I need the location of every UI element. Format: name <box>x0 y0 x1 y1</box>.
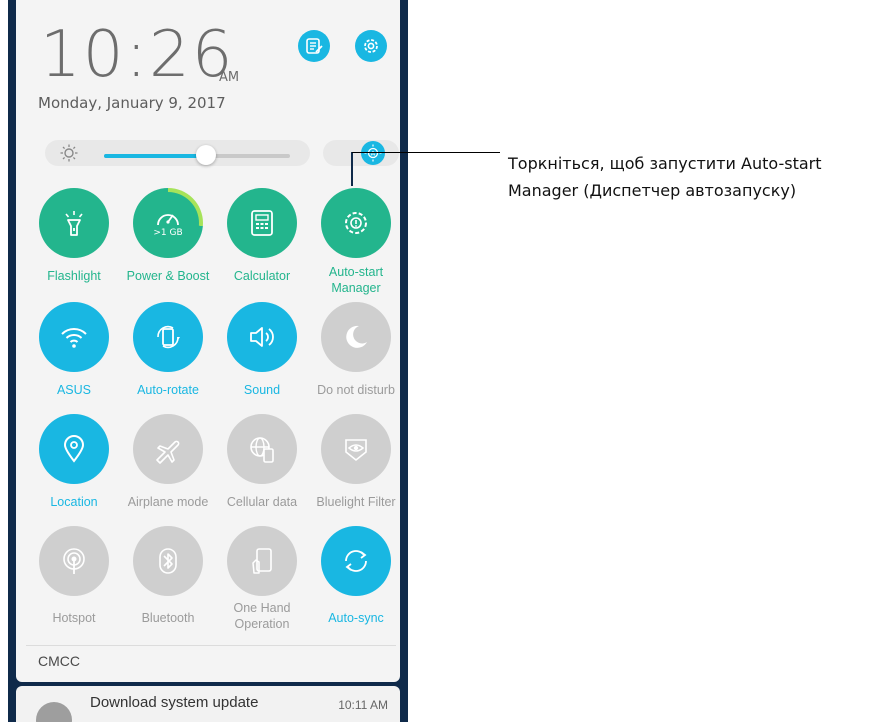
airplane-mode-button[interactable] <box>133 414 203 484</box>
one-hand-operation-button[interactable] <box>227 526 297 596</box>
auto-brightness-icon: A <box>364 144 382 162</box>
tile-label: ASUS <box>56 383 92 397</box>
quick-settings-panel: 10:26 AM Monday, January 9, 2017 A Flash… <box>16 0 400 682</box>
sound-button[interactable] <box>227 302 297 372</box>
tile-bluetooth[interactable]: Bluetooth <box>122 526 214 626</box>
boost-icon <box>157 214 179 226</box>
tile-airplane-mode[interactable]: Airplane mode <box>122 414 214 510</box>
clock-date: Monday, January 9, 2017 <box>38 94 226 112</box>
power-boost-button[interactable]: >1 GB <box>133 188 203 258</box>
calculator-icon <box>251 210 273 236</box>
download-icon <box>36 702 72 722</box>
tile-bluelight-filter[interactable]: Bluelight Filter <box>310 414 402 510</box>
tile-label: Hotspot <box>52 611 96 625</box>
one-hand-icon <box>252 548 272 574</box>
edit-tiles-button[interactable] <box>298 30 330 62</box>
airplane-icon <box>156 440 180 464</box>
tile-label: Auto-rotate <box>137 383 199 397</box>
tile-flashlight[interactable]: Flashlight <box>28 188 120 284</box>
gear-icon <box>364 39 378 53</box>
bluetooth-icon <box>159 548 177 574</box>
callout-text: Торкніться, щоб запустити Auto-start Man… <box>508 154 822 200</box>
auto-rotate-button[interactable] <box>133 302 203 372</box>
tile-calculator[interactable]: Calculator <box>216 188 308 284</box>
eye-icon <box>345 439 367 462</box>
tile-label: Power & Boost <box>126 269 210 283</box>
tile-label: Auto-start Manager <box>328 265 384 295</box>
location-button[interactable] <box>39 414 109 484</box>
tile-label: Sound <box>243 383 281 397</box>
tile-label: One Hand Operation <box>233 601 291 631</box>
bluelight-filter-button[interactable] <box>321 414 391 484</box>
flashlight-icon <box>65 211 83 236</box>
tile-cellular-data[interactable]: Cellular data <box>216 414 308 510</box>
calculator-button[interactable] <box>227 188 297 258</box>
tile-label: Airplane mode <box>127 495 209 509</box>
boost-memory-label: >1 GB <box>153 228 183 238</box>
wifi-button[interactable] <box>39 302 109 372</box>
auto-brightness-button[interactable]: A <box>361 141 385 165</box>
callout-leader-horizontal <box>352 152 500 153</box>
notification-card[interactable]: Download system update 10:11 AM <box>16 686 400 722</box>
callout-leader-vertical <box>351 152 353 186</box>
brightness-knob[interactable] <box>196 145 216 165</box>
clock-time: 10:26 <box>40 18 235 92</box>
auto-start-icon <box>345 212 367 234</box>
tile-label: Flashlight <box>47 269 101 283</box>
carrier-label: CMCC <box>38 653 80 669</box>
moon-icon <box>346 325 367 348</box>
cellular-icon <box>250 437 274 463</box>
hotspot-icon <box>63 548 85 574</box>
tile-do-not-disturb[interactable]: Do not disturb <box>310 302 402 398</box>
flashlight-button[interactable] <box>39 188 109 258</box>
edit-list-icon <box>306 38 323 54</box>
tile-label: Auto-sync <box>328 611 384 625</box>
tile-auto-start-manager[interactable]: Auto-start Manager <box>310 188 402 296</box>
notification-time: 10:11 AM <box>338 698 388 712</box>
do-not-disturb-button[interactable] <box>321 302 391 372</box>
cellular-data-button[interactable] <box>227 414 297 484</box>
svg-text:A: A <box>371 150 376 158</box>
settings-button[interactable] <box>355 30 387 62</box>
auto-sync-button[interactable] <box>321 526 391 596</box>
tile-auto-sync[interactable]: Auto-sync <box>310 526 402 626</box>
sync-icon <box>345 550 367 572</box>
clock-ampm: AM <box>219 70 240 85</box>
tile-label: Calculator <box>233 269 291 283</box>
tile-hotspot[interactable]: Hotspot <box>28 526 120 626</box>
brightness-bar-fill <box>104 154 206 158</box>
brightness-slider[interactable] <box>45 140 310 166</box>
tile-wifi[interactable]: ASUS <box>28 302 120 398</box>
tile-sound[interactable]: Sound <box>216 302 308 398</box>
tile-location[interactable]: Location <box>28 414 120 510</box>
tile-label: Bluelight Filter <box>316 495 396 509</box>
notification-title: Download system update <box>90 694 259 711</box>
tile-label: Bluetooth <box>141 611 195 625</box>
rotate-icon <box>157 325 180 349</box>
hotspot-button[interactable] <box>39 526 109 596</box>
tile-one-hand-operation[interactable]: One Hand Operation <box>216 526 308 632</box>
speaker-icon <box>250 327 274 347</box>
tile-label: Cellular data <box>226 495 298 509</box>
tile-label: Do not disturb <box>317 383 395 397</box>
divider <box>26 645 396 646</box>
tile-auto-rotate[interactable]: Auto-rotate <box>122 302 214 398</box>
wifi-icon <box>61 328 87 348</box>
phone-screen: 10:26 AM Monday, January 9, 2017 A Flash… <box>8 0 408 722</box>
bluetooth-button[interactable] <box>133 526 203 596</box>
tile-label: Location <box>50 495 98 509</box>
sun-icon <box>60 144 78 162</box>
location-icon <box>63 435 85 463</box>
auto-start-manager-button[interactable] <box>321 188 391 258</box>
tile-power-boost[interactable]: >1 GB Power & Boost <box>122 188 214 284</box>
